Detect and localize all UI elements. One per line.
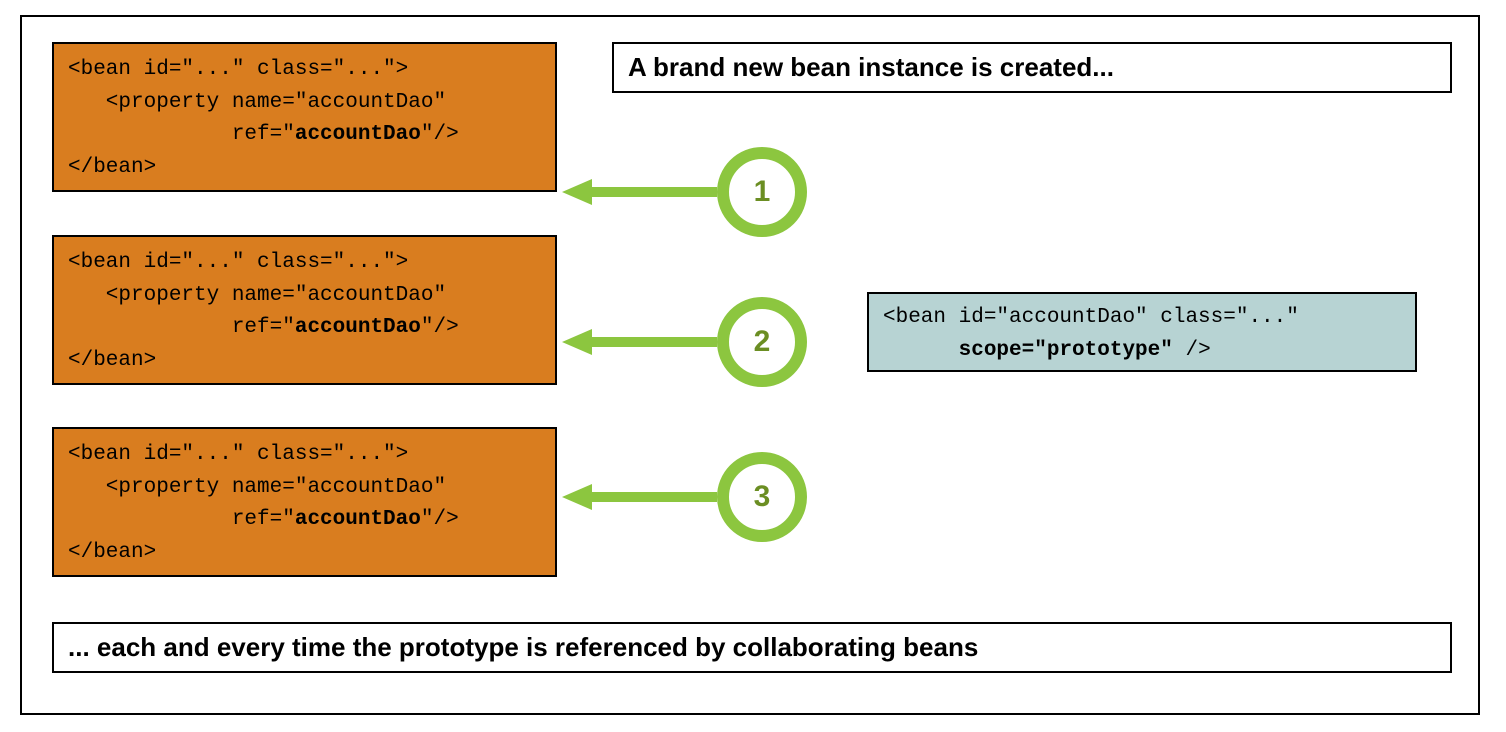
headline-top: A brand new bean instance is created... (612, 42, 1452, 93)
badge-3: 3 (717, 452, 807, 542)
bean2-line2: <property name="accountDao" (68, 284, 446, 307)
headline-bottom: ... each and every time the prototype is… (52, 622, 1452, 673)
bean3-line3b: "/> (421, 508, 459, 531)
bean1-line2: <property name="accountDao" (68, 91, 446, 114)
badge-1: 1 (717, 147, 807, 237)
bean3-line3-bold: accountDao (295, 508, 421, 531)
container-box: A brand new bean instance is created... … (20, 15, 1480, 715)
badge-1-text: 1 (754, 175, 771, 209)
bean2-line4: </bean> (68, 349, 156, 372)
prototype-box: <bean id="accountDao" class="..." scope=… (867, 292, 1417, 372)
bean1-line1: <bean id="..." class="..."> (68, 58, 408, 81)
bean-box-3: <bean id="..." class="..."> <property na… (52, 427, 557, 577)
arrow-2 (562, 327, 722, 357)
headline-top-text: A brand new bean instance is created... (628, 52, 1114, 82)
bean2-line3b: "/> (421, 316, 459, 339)
proto-line2b: /> (1173, 339, 1211, 362)
bean3-line2: <property name="accountDao" (68, 476, 446, 499)
proto-line2-bold: scope="prototype" (959, 339, 1173, 362)
bean1-line4: </bean> (68, 156, 156, 179)
bean-box-1: <bean id="..." class="..."> <property na… (52, 42, 557, 192)
arrow-3 (562, 482, 722, 512)
bean3-line1: <bean id="..." class="..."> (68, 443, 408, 466)
bean2-line3-bold: accountDao (295, 316, 421, 339)
bean2-line3a: ref=" (68, 316, 295, 339)
bean3-line3a: ref=" (68, 508, 295, 531)
badge-2-text: 2 (754, 325, 771, 359)
bean1-line3a: ref=" (68, 123, 295, 146)
bean1-line3-bold: accountDao (295, 123, 421, 146)
badge-2: 2 (717, 297, 807, 387)
bean1-line3b: "/> (421, 123, 459, 146)
arrow-1 (562, 177, 722, 207)
bean-box-2: <bean id="..." class="..."> <property na… (52, 235, 557, 385)
headline-bottom-text: ... each and every time the prototype is… (68, 632, 978, 662)
badge-3-text: 3 (754, 480, 771, 514)
bean2-line1: <bean id="..." class="..."> (68, 251, 408, 274)
bean3-line4: </bean> (68, 541, 156, 564)
proto-line2a (883, 339, 959, 362)
proto-line1: <bean id="accountDao" class="..." (883, 306, 1299, 329)
canvas: A brand new bean instance is created... … (0, 0, 1506, 732)
